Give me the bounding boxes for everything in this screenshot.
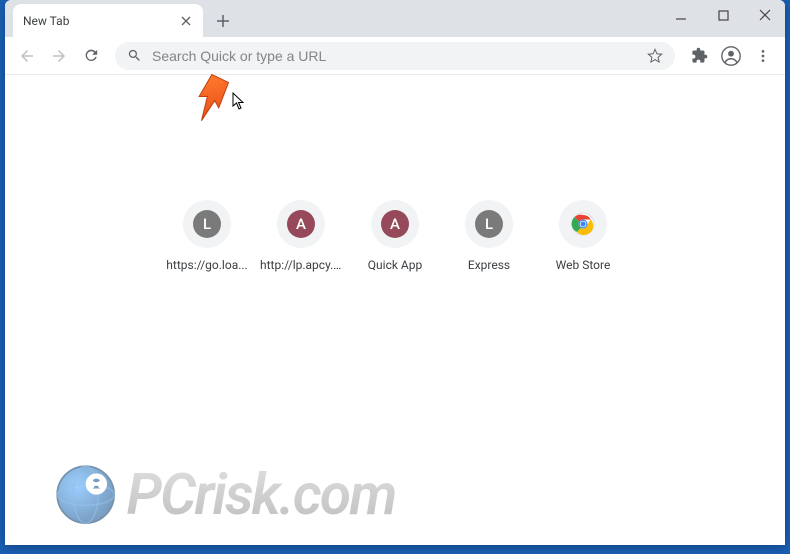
shortcut-letter-badge: L (475, 210, 503, 238)
shortcut-letter-badge: A (381, 210, 409, 238)
search-icon (127, 48, 142, 63)
extensions-button[interactable] (685, 42, 713, 70)
shortcut-tile[interactable]: A Quick App (358, 200, 432, 272)
shortcut-icon: A (277, 200, 325, 248)
reload-button[interactable] (77, 42, 105, 70)
window-controls (667, 4, 779, 26)
shortcut-tile[interactable]: L Express (452, 200, 526, 272)
shortcut-label: Express (468, 258, 510, 272)
page-content: Lhttps://go.loa...Ahttp://lp.apcy....AQu… (5, 75, 785, 545)
back-button[interactable] (13, 42, 41, 70)
forward-button[interactable] (45, 42, 73, 70)
browser-window: New Tab (5, 0, 785, 545)
tab-title: New Tab (23, 14, 179, 28)
menu-button[interactable] (749, 42, 777, 70)
navigation-bar (5, 37, 785, 75)
bookmark-star-icon[interactable] (647, 48, 663, 64)
shortcut-letter-badge: A (287, 210, 315, 238)
url-input[interactable] (152, 48, 637, 64)
shortcut-label: https://go.loa... (166, 258, 247, 272)
shortcut-tile[interactable]: Lhttps://go.loa... (170, 200, 244, 272)
close-window-button[interactable] (751, 4, 779, 26)
shortcut-icon: L (465, 200, 513, 248)
shortcut-label: http://lp.apcy.... (260, 258, 342, 272)
shortcut-letter-badge: L (193, 210, 221, 238)
shortcut-tile[interactable]: Web Store (546, 200, 620, 272)
new-tab-button[interactable] (209, 7, 237, 35)
shortcut-tile[interactable]: Ahttp://lp.apcy.... (264, 200, 338, 272)
shortcut-label: Web Store (556, 258, 611, 272)
profile-button[interactable] (717, 42, 745, 70)
shortcut-icon (559, 200, 607, 248)
shortcut-label: Quick App (368, 258, 422, 272)
address-bar[interactable] (115, 42, 675, 70)
maximize-button[interactable] (709, 4, 737, 26)
tab-bar: New Tab (5, 0, 785, 37)
active-tab[interactable]: New Tab (13, 4, 203, 37)
shortcut-icon: L (183, 200, 231, 248)
minimize-button[interactable] (667, 4, 695, 26)
shortcuts-grid: Lhttps://go.loa...Ahttp://lp.apcy....AQu… (170, 200, 620, 272)
shortcut-icon: A (371, 200, 419, 248)
close-tab-icon[interactable] (179, 14, 193, 28)
